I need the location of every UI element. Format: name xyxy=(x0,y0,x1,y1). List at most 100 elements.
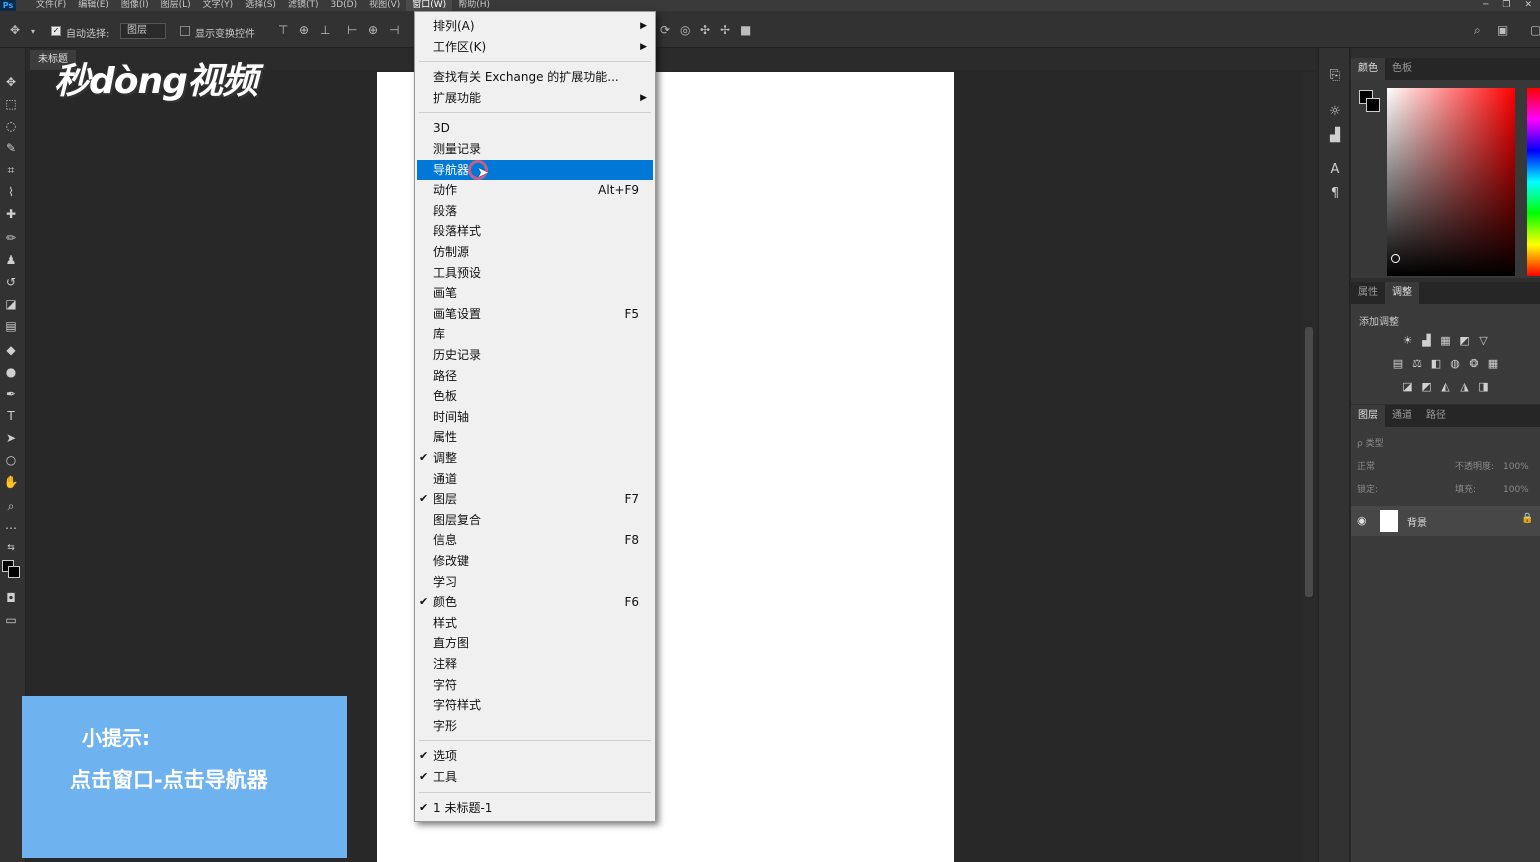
opacity-input[interactable]: 100% xyxy=(1503,459,1529,475)
history-panel-icon[interactable]: ⎘ xyxy=(1327,68,1343,84)
menu-item[interactable]: 时间轴 xyxy=(417,407,653,427)
tab-layers[interactable]: 图层 xyxy=(1351,405,1385,427)
tab-adjustments[interactable]: 调整 xyxy=(1385,282,1419,304)
menu-item[interactable]: 历史记录 xyxy=(417,345,653,365)
menu-item[interactable]: 3D xyxy=(417,118,653,138)
menu-item[interactable]: 排列(A) ▶ xyxy=(417,16,653,36)
move-tool-icon[interactable]: ✥ xyxy=(10,23,20,37)
dodge-tool-icon[interactable]: ● xyxy=(0,362,22,382)
color-field[interactable] xyxy=(1387,88,1515,276)
3d-slide-icon[interactable]: ✢ xyxy=(720,23,730,37)
menu-item[interactable]: ✔ 颜色 F6 xyxy=(417,592,653,612)
menu-view[interactable]: 视图(V) xyxy=(363,0,406,11)
menu-item[interactable]: 属性 xyxy=(417,427,653,447)
levels-adjust-icon[interactable]: ▟ xyxy=(1420,334,1433,347)
menu-select[interactable]: 选择(S) xyxy=(239,0,282,11)
menu-item[interactable]: 字符样式 xyxy=(417,695,653,715)
menu-item[interactable]: 信息 F8 xyxy=(417,530,653,550)
menu-item[interactable]: 导航器 xyxy=(417,159,653,180)
menu-item[interactable]: 段落 xyxy=(417,201,653,221)
tab-color[interactable]: 颜色 xyxy=(1351,58,1385,80)
menu-item[interactable]: 注释 xyxy=(417,654,653,674)
swap-colors-icon[interactable]: ⇆ xyxy=(0,538,22,558)
threshold-adjust-icon[interactable]: ◭ xyxy=(1439,380,1452,393)
align-hcenter-icon[interactable]: ⊕ xyxy=(368,23,378,37)
menu-item[interactable]: ✔ 选项 xyxy=(417,746,653,766)
zoom-tool-icon[interactable]: ⌕ xyxy=(0,496,22,516)
character-panel-icon[interactable]: A xyxy=(1327,162,1343,178)
photo-filter-adjust-icon[interactable]: ◍ xyxy=(1449,357,1462,370)
align-bottom-icon[interactable]: ⊥ xyxy=(320,23,330,37)
menu-item[interactable]: ✔ 图层 F7 xyxy=(417,489,653,509)
color-lookup-adjust-icon[interactable]: ▦ xyxy=(1487,357,1500,370)
menu-item[interactable]: 直方图 xyxy=(417,633,653,653)
menu-item[interactable]: 修改键 xyxy=(417,551,653,571)
brightness-adjust-icon[interactable]: ☀ xyxy=(1401,334,1414,347)
menu-item[interactable]: 扩展功能 ▶ xyxy=(417,88,653,108)
search-icon[interactable]: ⌕ xyxy=(1474,23,1481,38)
tool-preset-chevron-icon[interactable]: ▾ xyxy=(31,27,35,36)
invert-adjust-icon[interactable]: ◪ xyxy=(1401,380,1414,393)
menu-item[interactable]: ✔ 调整 xyxy=(417,448,653,468)
blur-tool-icon[interactable]: ◆ xyxy=(0,340,22,360)
menu-item[interactable]: 测量记录 xyxy=(417,139,653,159)
hue-saturation-adjust-icon[interactable]: ▤ xyxy=(1392,357,1405,370)
fill-input[interactable]: 100% xyxy=(1503,482,1529,498)
pen-tool-icon[interactable]: ✒ xyxy=(0,384,22,404)
tab-channels[interactable]: 通道 xyxy=(1385,405,1419,427)
shape-tool-icon[interactable]: ○ xyxy=(0,450,22,470)
type-tool-icon[interactable]: T xyxy=(0,406,22,426)
quick-mask-icon[interactable]: ◘ xyxy=(0,588,22,608)
screen-mode-icon[interactable]: ▭ xyxy=(0,610,22,630)
curves-adjust-icon[interactable]: ▦ xyxy=(1439,334,1452,347)
menu-item[interactable]: 动作 Alt+F9 xyxy=(417,180,653,200)
black-white-adjust-icon[interactable]: ◧ xyxy=(1430,357,1443,370)
quick-select-tool-icon[interactable]: ✎ xyxy=(0,138,22,158)
lasso-tool-icon[interactable]: ◌ xyxy=(0,116,22,136)
hand-tool-icon[interactable]: ✋ xyxy=(0,472,22,492)
menu-help[interactable]: 帮助(H) xyxy=(452,0,496,11)
menu-item[interactable]: 画笔设置 F5 xyxy=(417,304,653,324)
menu-3d[interactable]: 3D(D) xyxy=(324,0,363,11)
marquee-tool-icon[interactable]: ⬚ xyxy=(0,94,22,114)
align-top-icon[interactable]: ⊤ xyxy=(278,23,288,37)
3d-scale-icon[interactable]: ■ xyxy=(740,23,751,37)
menu-file[interactable]: 文件(F) xyxy=(30,0,72,11)
workspace-icon[interactable]: ▣ xyxy=(1497,23,1508,37)
vibrance-adjust-icon[interactable]: ▽ xyxy=(1477,334,1490,347)
menu-item[interactable]: 通道 xyxy=(417,469,653,489)
share-icon[interactable]: ▢ xyxy=(1530,23,1540,37)
tab-swatches[interactable]: 色板 xyxy=(1385,58,1419,80)
menu-item[interactable]: 画笔 xyxy=(417,283,653,303)
stamp-tool-icon[interactable]: ♟ xyxy=(0,250,22,270)
channel-mixer-adjust-icon[interactable]: ❂ xyxy=(1468,357,1481,370)
3d-pan-icon[interactable]: ✣ xyxy=(700,23,710,37)
blend-mode-select[interactable]: 正常 xyxy=(1357,459,1375,475)
tab-properties[interactable]: 属性 xyxy=(1351,282,1385,304)
color-balance-adjust-icon[interactable]: ⚖ xyxy=(1411,357,1424,370)
menu-item[interactable]: 字符 xyxy=(417,675,653,695)
canvas-vertical-scrollbar[interactable] xyxy=(1302,72,1316,862)
brightness-panel-icon[interactable]: ☼ xyxy=(1327,104,1343,120)
minimize-icon[interactable]: ─ xyxy=(1483,0,1488,11)
auto-select-target-select[interactable]: 图层 xyxy=(120,23,166,39)
histogram-panel-icon[interactable]: ▟ xyxy=(1327,128,1343,144)
move-tool-icon[interactable]: ✥ xyxy=(0,72,22,92)
menu-item[interactable]: 学习 xyxy=(417,572,653,592)
brush-tool-icon[interactable]: ✏ xyxy=(0,228,22,248)
background-color-swatch[interactable] xyxy=(8,566,20,578)
hue-slider[interactable] xyxy=(1527,88,1540,276)
menu-item[interactable]: 图层复合 xyxy=(417,510,653,530)
selective-color-adjust-icon[interactable]: ◮ xyxy=(1458,380,1471,393)
menu-window[interactable]: 窗口(W) xyxy=(406,0,453,11)
lock-icon[interactable]: 🔒 xyxy=(1521,513,1533,524)
3d-orbit-icon[interactable]: ⟳ xyxy=(660,23,670,37)
menu-type[interactable]: 文字(Y) xyxy=(197,0,240,11)
close-icon[interactable]: ✕ xyxy=(1524,0,1532,11)
layer-row[interactable]: ◉ 背景 🔒 xyxy=(1351,506,1540,536)
panel-background-swatch[interactable] xyxy=(1366,98,1380,112)
3d-roll-icon[interactable]: ◎ xyxy=(680,23,690,37)
menu-layer[interactable]: 图层(L) xyxy=(155,0,197,11)
path-select-tool-icon[interactable]: ➤ xyxy=(0,428,22,448)
menu-edit[interactable]: 编辑(E) xyxy=(72,0,115,11)
